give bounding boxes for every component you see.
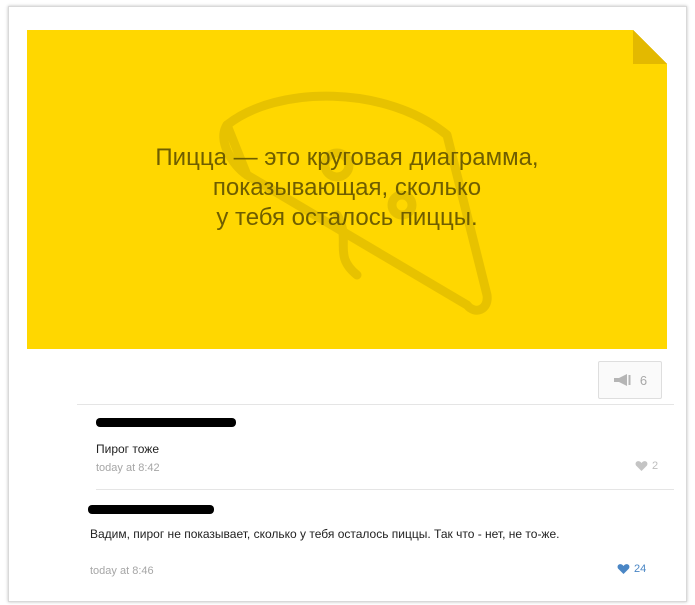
caption-line-2: показывающая, сколько xyxy=(212,174,482,201)
like-count: 2 xyxy=(652,460,659,472)
comment-timestamp: today at 8:42 xyxy=(96,462,160,474)
comment-timestamp: today at 8:46 xyxy=(90,565,154,577)
share-count: 6 xyxy=(639,372,648,388)
share-button[interactable]: 6 xyxy=(598,361,662,399)
like-button[interactable]: 24 xyxy=(617,563,646,575)
like-button[interactable]: 2 xyxy=(635,460,658,472)
post-divider xyxy=(77,404,674,405)
post-image-card: Пицца — это круговая диаграмма, показыва… xyxy=(27,30,667,349)
comment-author-redacted xyxy=(88,505,214,514)
heart-icon xyxy=(617,564,630,574)
comment-text: Вадим, пирог не показывает, сколько у те… xyxy=(90,527,560,541)
caption-line-1: Пицца — это круговая диаграмма, xyxy=(155,144,539,171)
page-fold-corner xyxy=(633,30,667,64)
comment-author-redacted xyxy=(96,418,236,427)
comment-text: Пирог тоже xyxy=(96,442,159,456)
comment-divider xyxy=(96,489,674,490)
megaphone-icon xyxy=(613,374,631,386)
caption-line-3: у тебя осталось пиццы. xyxy=(216,204,478,231)
like-count: 24 xyxy=(634,563,647,575)
post-caption: Пицца — это круговая диаграмма, показыва… xyxy=(67,143,627,233)
heart-icon xyxy=(635,461,648,471)
